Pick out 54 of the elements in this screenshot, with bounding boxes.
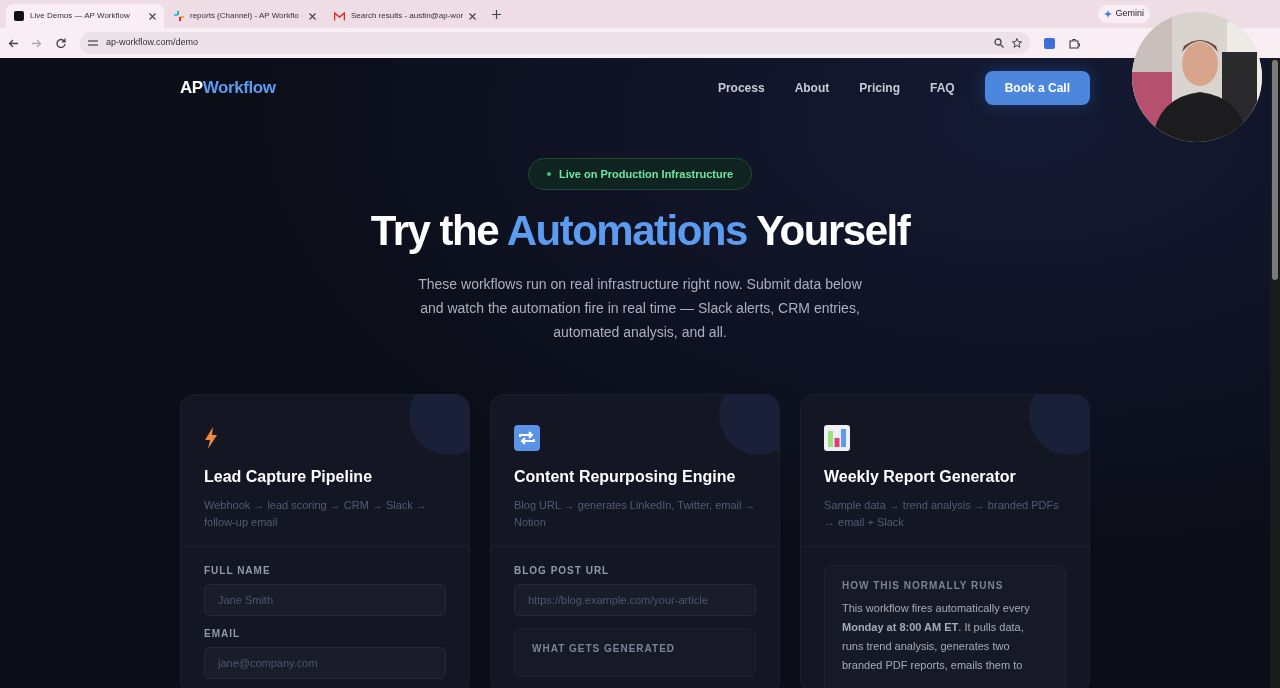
- puzzle-icon: [1069, 37, 1080, 49]
- field-label: EMAIL: [204, 627, 242, 641]
- sparkle-icon: [1104, 10, 1113, 18]
- tab-title: Search results - austin@ap-wor: [351, 10, 463, 22]
- field-label: BLOG POST URL: [514, 564, 611, 578]
- browser-tab[interactable]: reports (Channel) - AP Workflo: [166, 4, 324, 28]
- extension-app-icon: [1044, 37, 1055, 49]
- new-tab-icon[interactable]: [492, 9, 501, 19]
- card-flow: Sample data → trend analysis → branded PDFs → email + Slack: [824, 498, 1060, 530]
- status-badge: Live on Production Infrastructure: [527, 158, 753, 190]
- zoom-icon: [994, 38, 1004, 48]
- logo[interactable]: APWorkflow: [180, 75, 276, 101]
- card-title: Lead Capture Pipeline: [204, 467, 374, 487]
- book-call-button[interactable]: Book a Call: [984, 71, 1090, 105]
- grid-icon: [174, 11, 184, 21]
- input-field[interactable]: Jane Smith: [204, 584, 446, 616]
- tab-title: reports (Channel) - AP Workflo: [190, 10, 300, 22]
- lightning-icon: [204, 427, 218, 449]
- input-field[interactable]: jane@company.com: [204, 647, 446, 679]
- browser-tab[interactable]: Search results - austin@ap-wor: [326, 4, 484, 28]
- close-icon[interactable]: [309, 12, 316, 20]
- close-icon[interactable]: [149, 12, 156, 20]
- nav-link[interactable]: Pricing: [859, 79, 900, 97]
- hero-title: Try the Automations Yourself: [370, 210, 910, 252]
- card-title: Weekly Report Generator: [824, 467, 1017, 487]
- forward-icon: [32, 38, 42, 48]
- browser-tab[interactable]: Live Demos — AP Workflow: [6, 4, 164, 28]
- app-icon: [14, 11, 24, 21]
- card-flow: Blog URL → generates LinkedIn, Twitter, email → Notion: [514, 498, 756, 530]
- back-icon: [8, 38, 18, 48]
- field-label: FULL NAME: [204, 564, 272, 578]
- info-heading: WHAT GETS GENERATED: [532, 642, 677, 656]
- gemini-button[interactable]: Gemini: [1098, 5, 1150, 23]
- nav-link[interactable]: About: [794, 79, 830, 97]
- address-bar[interactable]: ap-workflow.com/demo: [80, 32, 1030, 54]
- nav-link[interactable]: FAQ: [929, 79, 955, 97]
- card-title: Content Repurposing Engine: [514, 467, 737, 487]
- tune-icon: [88, 39, 98, 47]
- status-dot-icon: [546, 172, 551, 176]
- nav-link[interactable]: Process: [717, 79, 765, 97]
- close-icon[interactable]: [469, 12, 476, 20]
- bar-chart-icon: [824, 425, 850, 451]
- mail-icon: [334, 11, 345, 21]
- scrollbar-thumb[interactable]: [1272, 60, 1278, 280]
- input-field[interactable]: https://blog.example.com/your-article: [514, 584, 756, 616]
- tab-title: Live Demos — AP Workflow: [30, 10, 131, 22]
- hero-subtitle: These workflows run on real infrastructure right now. Submit data below and watch the automation fire in real time — Slack alerts, CRM entries, automated analysis, and all.: [417, 275, 863, 342]
- reload-icon: [56, 38, 66, 48]
- url-text: ap-workflow.com/demo: [106, 36, 200, 50]
- star-icon: [1012, 38, 1022, 48]
- info-heading: HOW THIS NORMALLY RUNS: [842, 579, 1005, 593]
- info-text: This workflow fires automatically every Monday at 8:00 AM ET. It pulls data, runs trend analysis, generates two branded PDF reports, emails them to: [842, 601, 1031, 673]
- card-flow: Webhook → lead scoring → CRM → Slack → follow-up email: [204, 498, 428, 530]
- repeat-icon: [514, 425, 540, 451]
